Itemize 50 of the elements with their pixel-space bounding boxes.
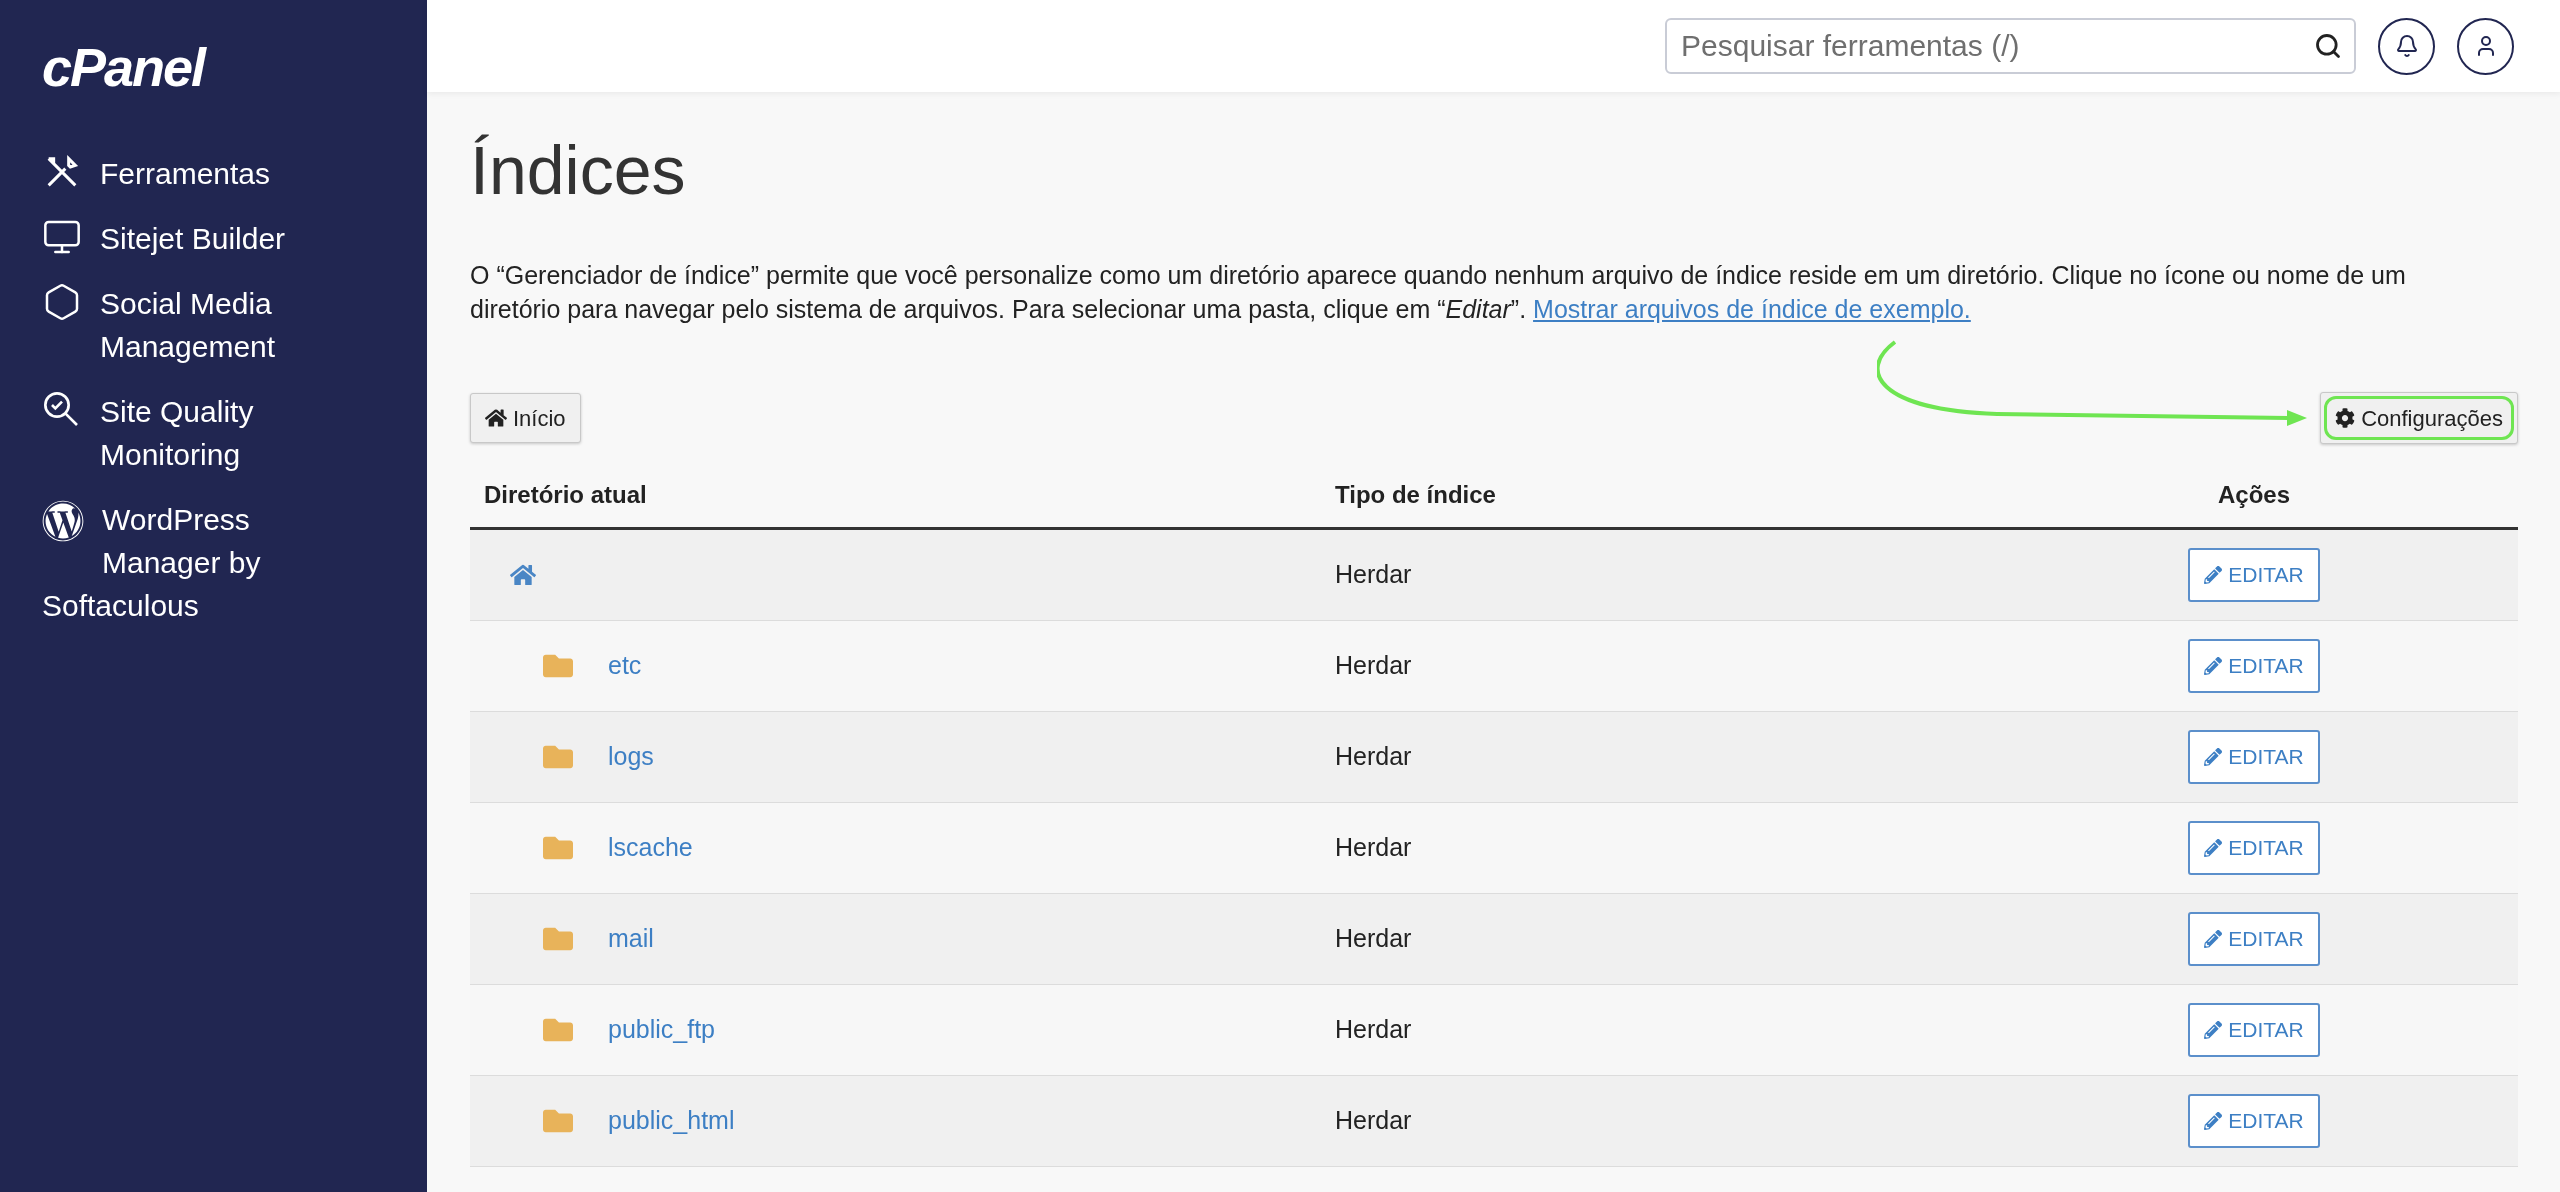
search-field[interactable]: Pesquisar ferramentas (/) xyxy=(1665,18,2356,74)
folder-link[interactable]: lscache xyxy=(608,829,693,867)
settings-button[interactable]: Configurações xyxy=(2320,392,2518,444)
logo: cPanel xyxy=(42,40,205,94)
home-icon[interactable] xyxy=(510,562,536,588)
search-icon xyxy=(2314,32,2342,60)
table-cell: Herdar xyxy=(1335,833,1412,862)
wordpress-icon xyxy=(42,500,84,542)
table-cell: Herdar xyxy=(1335,742,1412,771)
sidebar-item[interactable]: Site Quality Monitoring xyxy=(42,390,362,476)
folder-link[interactable]: mail xyxy=(608,920,654,958)
edit-button[interactable]: EDITAR xyxy=(2188,548,2320,602)
edit-button[interactable]: EDITAR xyxy=(2188,912,2320,966)
example-files-link[interactable]: Mostrar arquivos de índice de exemplo. xyxy=(1533,295,1971,323)
folder-link[interactable]: public_ftp xyxy=(608,1011,716,1049)
table-cell: Herdar xyxy=(1335,1106,1412,1135)
user-button[interactable] xyxy=(2457,17,2514,75)
edit-button[interactable]: EDITAR xyxy=(2188,1003,2320,1057)
sidebar-item[interactable]: WordPress Manager by Softaculous xyxy=(42,498,302,627)
table-cell: Herdar xyxy=(1335,651,1412,680)
gear-icon xyxy=(2335,408,2356,428)
folder-link[interactable]: logs xyxy=(608,738,654,776)
column-header: Diretório atual xyxy=(484,480,647,508)
table-cell: Herdar xyxy=(1335,1015,1412,1044)
edit-button[interactable]: EDITAR xyxy=(2188,730,2320,784)
pencil-icon xyxy=(2204,1112,2223,1130)
pencil-icon xyxy=(2204,566,2223,584)
column-header: Ações xyxy=(2217,479,2290,510)
pencil-icon xyxy=(2204,930,2223,948)
sidebar-item[interactable]: Ferramentas xyxy=(42,152,362,195)
column-header: Tipo de índice xyxy=(1335,480,1496,508)
table-cell: Herdar xyxy=(1335,924,1412,953)
home-button[interactable]: Início xyxy=(470,393,581,443)
edit-button[interactable]: EDITAR xyxy=(2188,821,2320,875)
bell-icon xyxy=(2394,34,2419,58)
sidebar-item[interactable]: Social Media Management xyxy=(42,282,362,368)
pencil-icon xyxy=(2204,748,2223,766)
pencil-icon xyxy=(2204,839,2223,857)
folder-link[interactable]: etc xyxy=(608,647,642,685)
pencil-icon xyxy=(2204,657,2223,675)
page-title: Índices xyxy=(470,131,686,210)
edit-button[interactable]: EDITAR xyxy=(2188,1094,2320,1148)
folder-link[interactable]: public_html xyxy=(608,1102,735,1140)
pencil-icon xyxy=(2204,1021,2223,1039)
home-icon xyxy=(485,407,507,429)
sidebar-item[interactable]: Sitejet Builder xyxy=(42,217,362,260)
table-cell: Herdar xyxy=(1335,560,1412,589)
description-text: O “Gerenciador de índice” permite que você personalize como um diretório aparece quando nenhum arquivo de índice reside em um diretório. Clique no ícone ou nome de um diretório para navegar pelo sistema de arquivos. Para selecionar uma pasta, clique em “Editar”. Mostrar arquivos de índice de exemplo. xyxy=(470,260,2407,325)
notifications-button[interactable] xyxy=(2378,17,2435,75)
edit-button[interactable]: EDITAR xyxy=(2188,639,2320,693)
